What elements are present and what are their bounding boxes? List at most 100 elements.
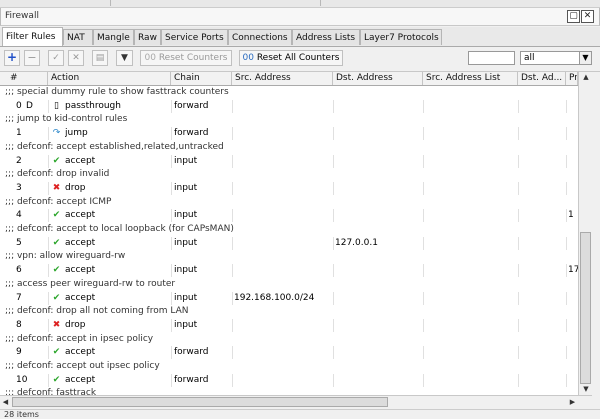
rule-action: accept [65, 265, 96, 276]
rule-chain: input [174, 210, 198, 221]
horizontal-scrollbar[interactable]: ◀ ▶ [0, 395, 592, 409]
comment-row[interactable]: ;;; vpn: allow wireguard-rw [0, 250, 578, 263]
table-row[interactable]: 8 ✖ drop input [0, 318, 578, 332]
tab-layer7-protocols[interactable]: Layer7 Protocols [360, 29, 442, 45]
rule-comment: ;;; defconf: accept established,related,… [5, 141, 224, 152]
comment-row[interactable]: ;;; defconf: drop invalid [0, 168, 578, 181]
rule-src-address: 192.168.100.0/24 [234, 292, 315, 303]
grid-line [333, 264, 334, 278]
col-header-dst-address[interactable]: Dst. Address [333, 72, 423, 85]
rule-protocol: 1 [568, 210, 574, 221]
table-row[interactable]: 9 ✔ accept forward [0, 346, 578, 360]
comment-row[interactable]: ;;; special dummy rule to show fasttrack… [0, 86, 578, 99]
comment-button[interactable]: ▤ [92, 50, 108, 66]
rule-comment: ;;; access peer wireguard-rw to router [5, 278, 176, 289]
tab-connections[interactable]: Connections [228, 29, 292, 45]
tab-filter-rules[interactable]: Filter Rules [2, 27, 63, 46]
accept-icon: ✔ [52, 374, 61, 385]
rule-comment: ;;; defconf: fasttrack [5, 388, 97, 395]
rule-chain: forward [174, 100, 209, 111]
reset-counters-button[interactable]: 00 Reset Counters [140, 50, 232, 66]
filter-button[interactable]: ▼ [116, 50, 133, 66]
col-header-src-address-list[interactable]: Src. Address List [423, 72, 518, 85]
grid-line [171, 181, 172, 195]
horizontal-scroll-thumb[interactable] [12, 397, 388, 407]
grid-line [232, 209, 233, 223]
grid-line [171, 346, 172, 360]
table-body: ;;; special dummy rule to show fasttrack… [0, 86, 578, 395]
vertical-scrollbar[interactable]: ▲ ▼ [578, 72, 593, 395]
restore-button[interactable]: ▢ [567, 10, 580, 23]
remove-button[interactable]: − [24, 50, 40, 66]
rule-chain: input [174, 265, 198, 276]
col-header-dst-address-list[interactable]: Dst. Ad... [518, 72, 566, 85]
scroll-up-icon[interactable]: ▲ [579, 72, 593, 83]
table-row[interactable]: 3 ✖ drop input [0, 181, 578, 195]
grid-line [48, 264, 49, 278]
rule-number: 1 [16, 128, 22, 139]
grid-line [518, 373, 519, 387]
comment-row[interactable]: ;;; defconf: fasttrack [0, 387, 578, 395]
rule-action: accept [65, 347, 96, 358]
table-row[interactable]: 0 D ▯ passthrough forward [0, 99, 578, 113]
tab-service-ports[interactable]: Service Ports [161, 29, 228, 45]
rule-comment: ;;; defconf: accept to local loopback (f… [5, 224, 234, 234]
vertical-scroll-thumb[interactable] [580, 232, 591, 384]
filter-select[interactable]: all ▼ [520, 51, 592, 65]
col-header-protocol[interactable]: Pr [566, 72, 578, 85]
table-row[interactable]: 4 ✔ accept input 1 [0, 209, 578, 223]
rule-chain: input [174, 155, 198, 166]
tab-mangle[interactable]: Mangle [93, 29, 134, 45]
col-header-action[interactable]: Action [48, 72, 171, 85]
grid-line [232, 99, 233, 113]
table-row[interactable]: 6 ✔ accept input 17 [0, 264, 578, 278]
rule-chain: forward [174, 347, 209, 358]
grid-line [518, 127, 519, 141]
reset-counters-label: Reset Counters [158, 53, 228, 63]
tab-nat[interactable]: NAT [63, 29, 93, 45]
comment-row[interactable]: ;;; defconf: drop all not coming from LA… [0, 305, 578, 318]
table-row[interactable]: 7 ✔ accept input 192.168.100.0/24 [0, 291, 578, 305]
table-row[interactable]: 1 ↷ jump forward [0, 127, 578, 141]
table-row[interactable]: 10 ✔ accept forward [0, 373, 578, 387]
disable-button[interactable]: ✕ [68, 50, 84, 66]
comment-row[interactable]: ;;; access peer wireguard-rw to router [0, 278, 578, 291]
tab-address-lists[interactable]: Address Lists [292, 29, 360, 45]
counter-icon: 00 [242, 53, 254, 63]
comment-row[interactable]: ;;; defconf: accept ICMP [0, 196, 578, 209]
col-header-num[interactable]: # [0, 72, 48, 85]
rule-number: 5 [16, 237, 22, 248]
grid-line [232, 291, 233, 305]
plus-icon: + [6, 50, 18, 64]
rule-number: 0 [16, 100, 22, 111]
search-input[interactable] [468, 51, 515, 65]
close-button[interactable]: ✕ [581, 10, 594, 23]
comment-row[interactable]: ;;; defconf: accept established,related,… [0, 141, 578, 154]
comment-row[interactable]: ;;; defconf: accept to local loopback (f… [0, 223, 578, 236]
grid-line [423, 236, 424, 250]
col-header-src-address[interactable]: Src. Address [232, 72, 333, 85]
comment-row[interactable]: ;;; defconf: accept in ipsec policy [0, 333, 578, 346]
add-button[interactable]: + [4, 50, 20, 66]
comment-row[interactable]: ;;; defconf: accept out ipsec policy [0, 360, 578, 373]
scroll-right-icon[interactable]: ▶ [567, 396, 578, 408]
rule-comment: ;;; defconf: accept ICMP [5, 196, 112, 207]
scroll-left-icon[interactable]: ◀ [0, 396, 11, 408]
grid-line [171, 373, 172, 387]
grid-line [171, 99, 172, 113]
grid-line [423, 127, 424, 141]
table-row[interactable]: 5 ✔ accept input 127.0.0.1 [0, 236, 578, 250]
comment-row[interactable]: ;;; jump to kid-control rules [0, 113, 578, 126]
grid-line [423, 291, 424, 305]
tab-raw[interactable]: Raw [134, 29, 161, 45]
rule-dst-address: 127.0.0.1 [335, 237, 378, 248]
grid-line [333, 291, 334, 305]
rule-comment: ;;; defconf: drop invalid [5, 169, 110, 180]
enable-button[interactable]: ✓ [48, 50, 64, 66]
rule-chain: input [174, 292, 198, 303]
reset-all-counters-button[interactable]: 00 Reset All Counters [239, 50, 343, 66]
scroll-down-icon[interactable]: ▼ [579, 384, 593, 395]
col-header-chain[interactable]: Chain [171, 72, 232, 85]
table-row[interactable]: 2 ✔ accept input [0, 154, 578, 168]
grid-line [423, 264, 424, 278]
